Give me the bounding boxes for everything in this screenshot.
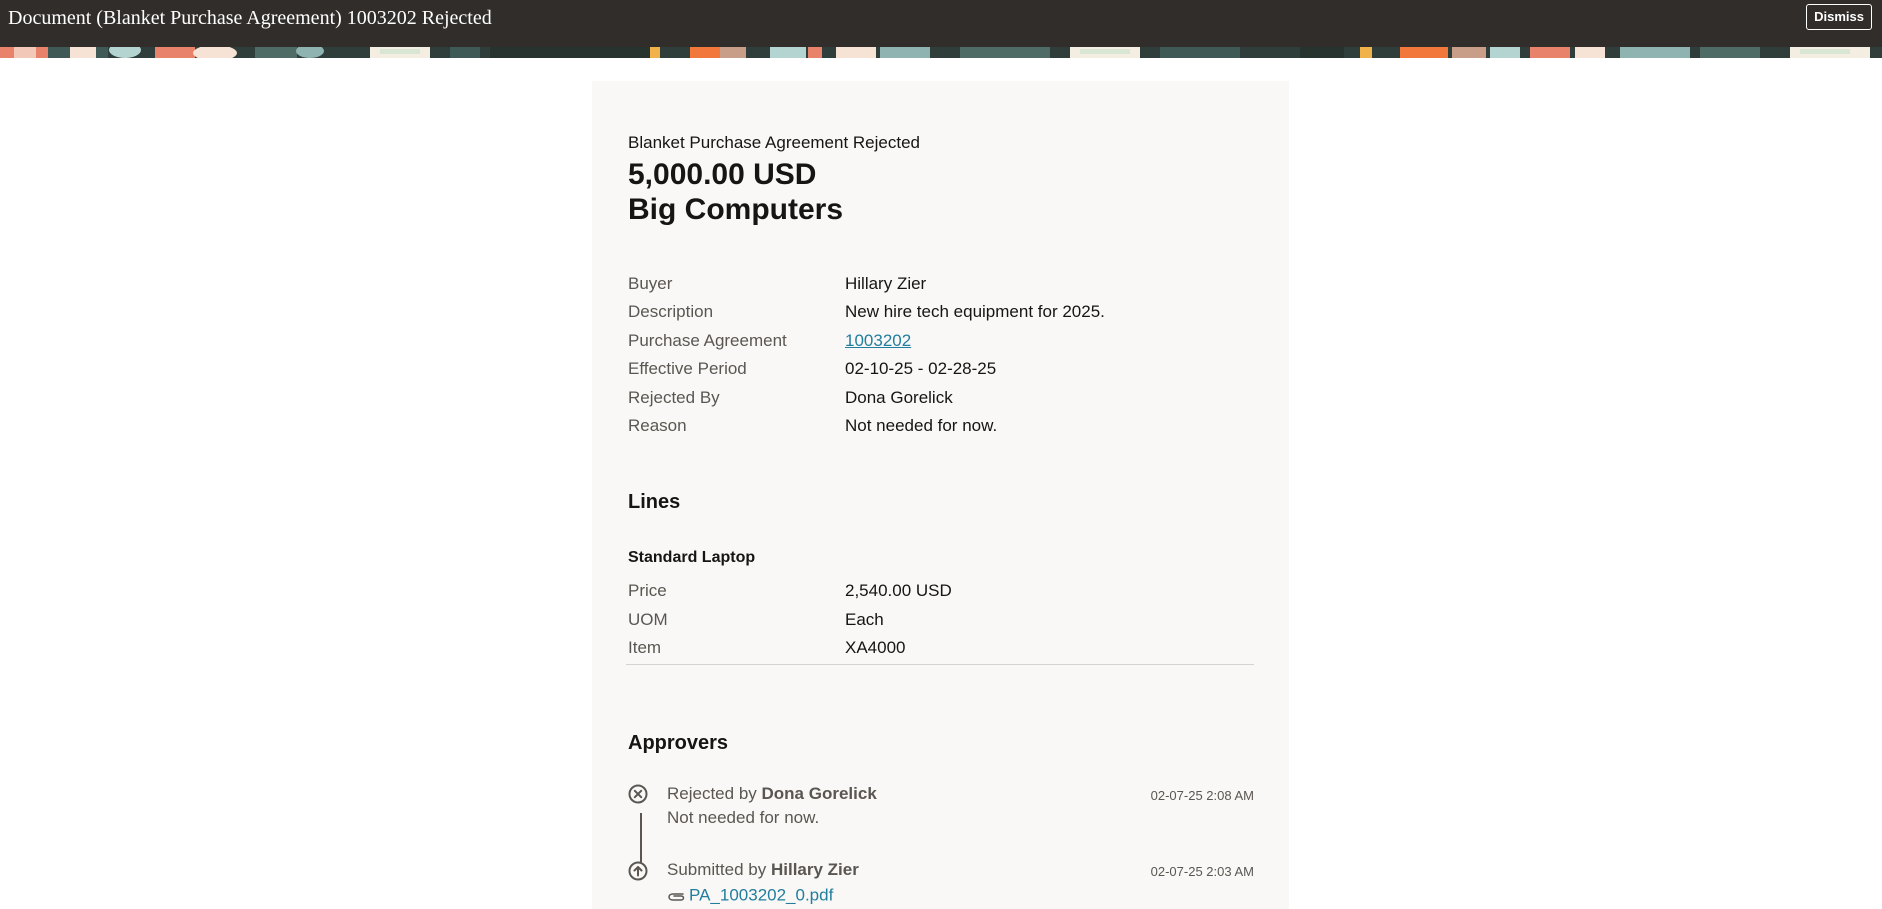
detail-label: Description xyxy=(628,302,714,321)
line-field-item: Item XA4000 xyxy=(628,638,1254,662)
submitted-arrow-up-icon xyxy=(628,861,648,881)
line-field-value: XA4000 xyxy=(845,638,906,657)
detail-value: Not needed for now. xyxy=(845,416,998,435)
detail-label: Purchase Agreement xyxy=(628,331,787,350)
paperclip-icon xyxy=(668,892,685,901)
line-field-value: Each xyxy=(845,610,884,629)
dismiss-button[interactable]: Dismiss xyxy=(1806,4,1872,30)
approval-timeline-line xyxy=(640,813,642,863)
detail-label: Buyer xyxy=(628,274,673,293)
rejected-x-icon xyxy=(628,784,648,804)
approver-name: Dona Gorelick xyxy=(761,784,877,803)
line-field-value: 2,540.00 USD xyxy=(845,581,952,600)
line-field-price: Price 2,540.00 USD xyxy=(628,581,1254,605)
detail-row-buyer: Buyer Hillary Zier xyxy=(628,274,1254,298)
detail-row-purchase-agreement: Purchase Agreement 1003202 xyxy=(628,331,1254,355)
approver-note: Not needed for now. xyxy=(667,808,820,827)
document-status-subtitle: Blanket Purchase Agreement Rejected xyxy=(628,133,921,152)
attachment: PA_1003202_0.pdf xyxy=(667,885,833,906)
detail-row-reason: Reason Not needed for now. xyxy=(628,416,1254,440)
approvers-section-title: Approvers xyxy=(628,732,729,754)
detail-value: Dona Gorelick xyxy=(845,388,953,407)
approver-action: Submitted by xyxy=(667,860,767,879)
approver-timestamp: 02-07-25 2:03 AM xyxy=(1150,864,1254,879)
approver-action: Rejected by xyxy=(667,784,757,803)
purchase-agreement-link[interactable]: 1003202 xyxy=(845,331,911,351)
detail-value: New hire tech equipment for 2025. xyxy=(845,302,1105,321)
line-field-label: Item xyxy=(628,638,662,657)
supplier-name: Big Computers xyxy=(628,193,844,226)
page-title: Document (Blanket Purchase Agreement) 10… xyxy=(8,7,492,29)
detail-row-description: Description New hire tech equipment for … xyxy=(628,302,1254,326)
detail-label: Reason xyxy=(628,416,687,435)
lines-section-title: Lines xyxy=(628,491,681,513)
attachment-link[interactable]: PA_1003202_0.pdf xyxy=(689,886,833,905)
approver-entry-rejected: Rejected by Dona Gorelick xyxy=(667,784,877,804)
approver-timestamp: 02-07-25 2:08 AM xyxy=(1150,788,1254,803)
line-field-label: Price xyxy=(628,581,667,600)
line-item-name: Standard Laptop xyxy=(628,549,756,566)
detail-value: Hillary Zier xyxy=(845,274,927,293)
detail-row-effective-period: Effective Period 02-10-25 - 02-28-25 xyxy=(628,359,1254,383)
notification-card: Blanket Purchase Agreement Rejected 5,00… xyxy=(592,81,1289,909)
line-field-label: UOM xyxy=(628,610,668,629)
approver-name: Hillary Zier xyxy=(770,860,859,879)
detail-row-rejected-by: Rejected By Dona Gorelick xyxy=(628,388,1254,412)
line-field-uom: UOM Each xyxy=(628,610,1254,634)
decorative-banner xyxy=(0,47,1882,58)
detail-label: Rejected By xyxy=(628,388,720,407)
notification-header: Document (Blanket Purchase Agreement) 10… xyxy=(0,0,1882,47)
line-divider xyxy=(626,664,1254,665)
document-amount: 5,000.00 USD xyxy=(628,158,817,191)
detail-label: Effective Period xyxy=(628,359,747,378)
detail-value: 02-10-25 - 02-28-25 xyxy=(845,359,997,378)
approver-entry-submitted: Submitted by Hillary Zier xyxy=(667,860,859,880)
